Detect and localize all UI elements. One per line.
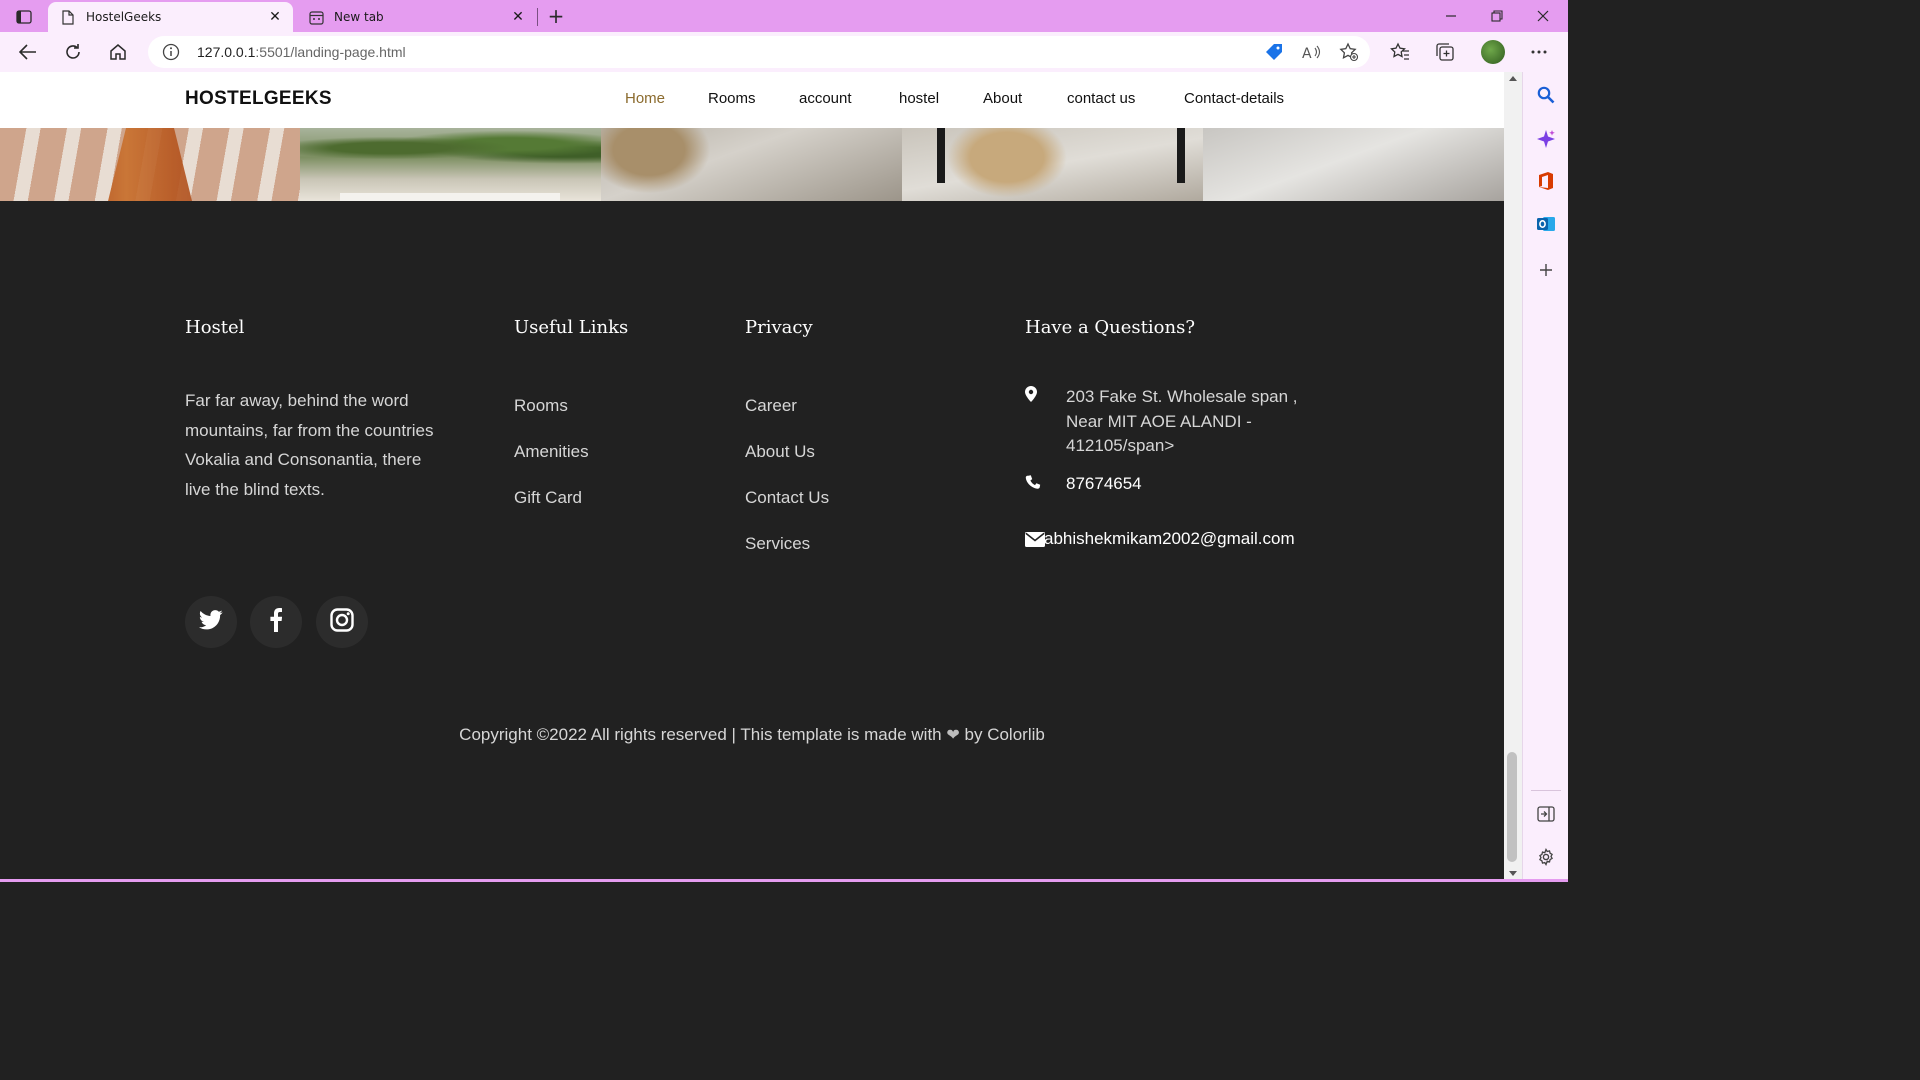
page-viewport: HOSTELGEEKS Home Rooms account hostel Ab… [0, 72, 1504, 882]
instagram-button[interactable] [316, 596, 368, 648]
address-line-3: 412105/span> [1066, 436, 1175, 455]
tab-new-tab[interactable]: New tab ✕ [296, 2, 536, 32]
gallery-image[interactable] [1203, 128, 1504, 201]
tab-title: HostelGeeks [86, 10, 162, 24]
url-path: :5501/landing-page.html [255, 44, 406, 60]
nav-about[interactable]: About [983, 90, 1022, 107]
page-scrollbar[interactable] [1504, 72, 1522, 882]
outlook-icon[interactable] [1535, 213, 1557, 235]
copilot-sparkle-icon[interactable] [1535, 128, 1557, 150]
gallery-image[interactable] [902, 128, 1203, 201]
home-icon[interactable] [104, 38, 132, 66]
map-marker-icon [1025, 386, 1041, 404]
search-icon[interactable] [1535, 84, 1557, 106]
footer-heading-useful-links: Useful Links [514, 317, 629, 338]
address-bar[interactable]: 127.0.0.1:5501/landing-page.html A [148, 36, 1370, 68]
facebook-icon [270, 608, 283, 636]
office-icon[interactable] [1535, 170, 1557, 192]
copyright-text: Copyright ©2022 All rights reserved | Th… [0, 725, 1504, 745]
footer-link-career[interactable]: Career [745, 396, 797, 416]
info-icon[interactable] [162, 43, 180, 61]
browser-sidebar [1522, 72, 1568, 882]
add-favorite-icon[interactable] [1339, 42, 1359, 62]
nav-rooms[interactable]: Rooms [708, 90, 756, 107]
nav-home[interactable]: Home [625, 90, 665, 107]
heart-icon: ❤ [946, 727, 960, 744]
footer-link-contact-us[interactable]: Contact Us [745, 488, 829, 508]
envelope-icon [1025, 532, 1045, 550]
close-window-icon[interactable] [1530, 4, 1556, 28]
close-icon[interactable]: ✕ [508, 7, 528, 27]
hide-sidebar-icon[interactable] [1535, 803, 1557, 825]
nav-contact-us[interactable]: contact us [1067, 90, 1135, 107]
contact-address: 203 Fake St. Wholesale span , Near MIT A… [1066, 385, 1298, 459]
close-icon[interactable]: ✕ [265, 7, 285, 27]
footer-heading-privacy: Privacy [745, 317, 813, 338]
more-options-icon[interactable] [1528, 41, 1550, 63]
url-host: 127.0.0.1 [197, 44, 256, 60]
tab-hostelgeeks[interactable]: HostelGeeks ✕ [48, 2, 293, 32]
settings-gear-icon[interactable] [1535, 846, 1557, 868]
footer-link-services[interactable]: Services [745, 534, 810, 554]
browser-tab-bar: HostelGeeks ✕ New tab ✕ + [0, 0, 1568, 32]
add-tool-icon[interactable] [1535, 259, 1557, 281]
footer-link-rooms[interactable]: Rooms [514, 396, 568, 416]
photo-gallery [0, 128, 1504, 201]
nav-contact-details[interactable]: Contact-details [1184, 90, 1284, 107]
sidebar-divider [1531, 790, 1561, 791]
site-navbar: HOSTELGEEKS Home Rooms account hostel Ab… [0, 72, 1504, 128]
nav-account[interactable]: account [799, 90, 852, 107]
profile-avatar[interactable] [1481, 40, 1505, 64]
brand-logo[interactable]: HOSTELGEEKS [185, 88, 332, 110]
restore-icon[interactable] [1484, 4, 1510, 28]
footer-about-text: Far far away, behind the word mountains,… [185, 391, 434, 499]
gallery-image[interactable] [0, 128, 300, 201]
favorites-icon[interactable] [1389, 41, 1411, 63]
gallery-image[interactable] [300, 128, 601, 201]
scrollbar-thumb[interactable] [1507, 752, 1517, 862]
window-bottom-border [0, 879, 1568, 882]
gallery-image[interactable] [601, 128, 902, 201]
footer-link-gift-card[interactable]: Gift Card [514, 488, 582, 508]
contact-phone[interactable]: 87674654 [1066, 474, 1142, 494]
copyright-suffix[interactable]: by Colorlib [965, 725, 1045, 744]
browser-toolbar: 127.0.0.1:5501/landing-page.html A [0, 32, 1568, 72]
shopping-tag-icon[interactable] [1264, 42, 1284, 62]
back-icon[interactable] [14, 38, 42, 66]
footer-link-about-us[interactable]: About Us [745, 442, 815, 462]
tab-actions-icon[interactable] [10, 6, 38, 28]
footer-link-amenities[interactable]: Amenities [514, 442, 589, 462]
instagram-icon [330, 608, 354, 636]
page-icon [60, 9, 76, 25]
address-line-2: Near MIT AOE ALANDI - [1066, 411, 1252, 431]
tab-separator [537, 8, 538, 26]
refresh-icon[interactable] [59, 38, 87, 66]
twitter-icon [199, 610, 223, 634]
footer-heading-questions: Have a Questions? [1025, 317, 1195, 338]
scroll-down-arrow-icon[interactable] [1509, 871, 1517, 876]
twitter-button[interactable] [185, 596, 237, 648]
collections-icon[interactable] [1434, 41, 1456, 63]
nav-hostel[interactable]: hostel [899, 90, 939, 107]
tab-title: New tab [334, 10, 384, 24]
facebook-button[interactable] [250, 596, 302, 648]
phone-icon [1025, 475, 1041, 493]
footer-heading-hostel: Hostel [185, 317, 245, 338]
address-line-1: 203 Fake St. Wholesale span , [1066, 387, 1298, 406]
svg-text:A: A [1302, 46, 1312, 60]
contact-email[interactable]: abhishekmikam2002@gmail.com [1044, 529, 1295, 549]
scroll-up-arrow-icon[interactable] [1509, 76, 1517, 81]
new-tab-button[interactable]: + [543, 4, 569, 28]
copyright-prefix: Copyright ©2022 All rights reserved | Th… [459, 725, 942, 744]
new-tab-page-icon [308, 9, 324, 25]
minimize-icon[interactable] [1438, 4, 1464, 28]
read-aloud-icon[interactable]: A [1302, 42, 1322, 62]
url-text[interactable]: 127.0.0.1:5501/landing-page.html [197, 44, 406, 60]
